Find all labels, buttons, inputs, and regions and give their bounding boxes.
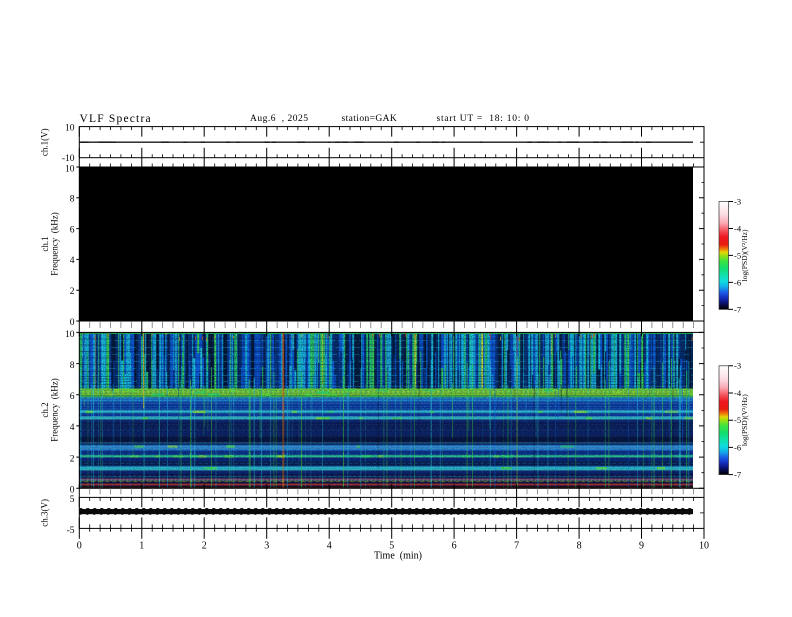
svg-text:Frequency (kHz): Frequency (kHz) <box>50 378 60 441</box>
svg-text:8: 8 <box>70 361 75 371</box>
svg-text:-3: -3 <box>734 196 741 206</box>
svg-text:ch.2: ch.2 <box>40 402 50 417</box>
svg-text:10: 10 <box>65 330 75 340</box>
svg-text:2: 2 <box>202 541 207 552</box>
svg-text:-3: -3 <box>734 361 741 371</box>
svg-text:2: 2 <box>70 287 75 297</box>
svg-text:8: 8 <box>577 541 582 552</box>
svg-text:6: 6 <box>70 392 75 402</box>
svg-text:0: 0 <box>70 318 75 328</box>
svg-text:log(PSD)(V²/Hz): log(PSD)(V²/Hz) <box>740 229 749 281</box>
svg-text:2: 2 <box>70 454 75 464</box>
svg-text:6: 6 <box>452 541 457 552</box>
svg-text:3: 3 <box>264 541 269 552</box>
svg-text:ch.3(V): ch.3(V) <box>40 499 50 527</box>
svg-text:9: 9 <box>639 541 644 552</box>
svg-text:Aug.6 , 2025: Aug.6 , 2025 <box>250 114 309 124</box>
svg-text:7: 7 <box>514 541 519 552</box>
svg-text:10: 10 <box>699 541 709 552</box>
svg-text:-7: -7 <box>734 304 741 314</box>
svg-text:start UT = 18: 10: 0: start UT = 18: 10: 0 <box>437 114 530 124</box>
svg-text:VLF Spectra: VLF Spectra <box>80 113 152 125</box>
svg-text:0: 0 <box>77 541 82 552</box>
svg-text:Frequency (kHz): Frequency (kHz) <box>50 212 60 275</box>
svg-text:5: 5 <box>70 495 75 505</box>
svg-text:-7: -7 <box>734 470 741 480</box>
svg-text:ch.1: ch.1 <box>40 236 50 251</box>
svg-text:station=GAK: station=GAK <box>342 114 398 124</box>
svg-text:-5: -5 <box>67 526 75 536</box>
svg-text:4: 4 <box>327 541 332 552</box>
svg-text:4: 4 <box>70 256 75 266</box>
svg-text:4: 4 <box>70 423 75 433</box>
svg-text:Time (min): Time (min) <box>374 551 422 562</box>
svg-text:10: 10 <box>65 124 75 134</box>
svg-text:-10: -10 <box>62 154 75 164</box>
svg-text:8: 8 <box>70 195 75 205</box>
svg-text:log(PSD)(V²/Hz): log(PSD)(V²/Hz) <box>740 394 749 446</box>
svg-text:10: 10 <box>65 164 75 174</box>
svg-text:1: 1 <box>139 541 144 552</box>
svg-text:6: 6 <box>70 225 75 235</box>
svg-text:ch.1(V): ch.1(V) <box>40 128 50 156</box>
